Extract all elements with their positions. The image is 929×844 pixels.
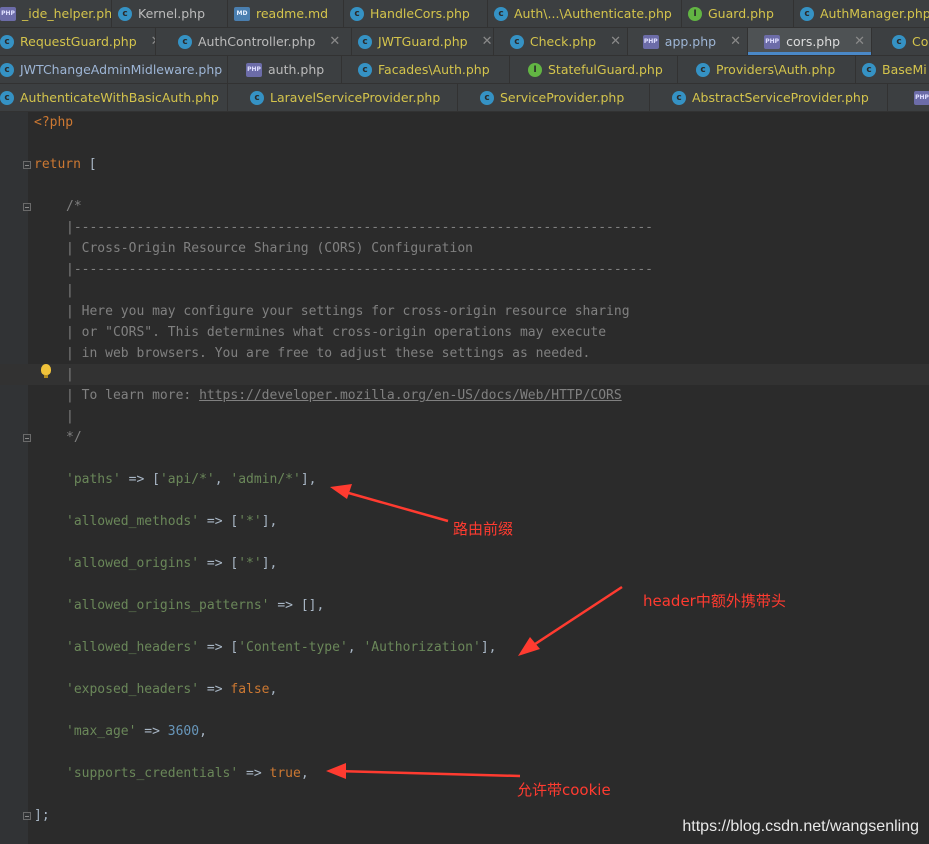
arrow-credentials-annotation [326,763,521,779]
arrow-paths-annotation [330,484,449,523]
annotation-credentials: 允许带cookie [517,781,611,799]
watermark: https://blog.csdn.net/wangsenling [682,818,919,835]
arrow-headers-annotation [518,585,623,656]
annotation-arrows [326,484,623,779]
annotation-paths: 路由前缀 [453,520,514,538]
annotation-headers: header中额外携带头 [643,592,786,610]
